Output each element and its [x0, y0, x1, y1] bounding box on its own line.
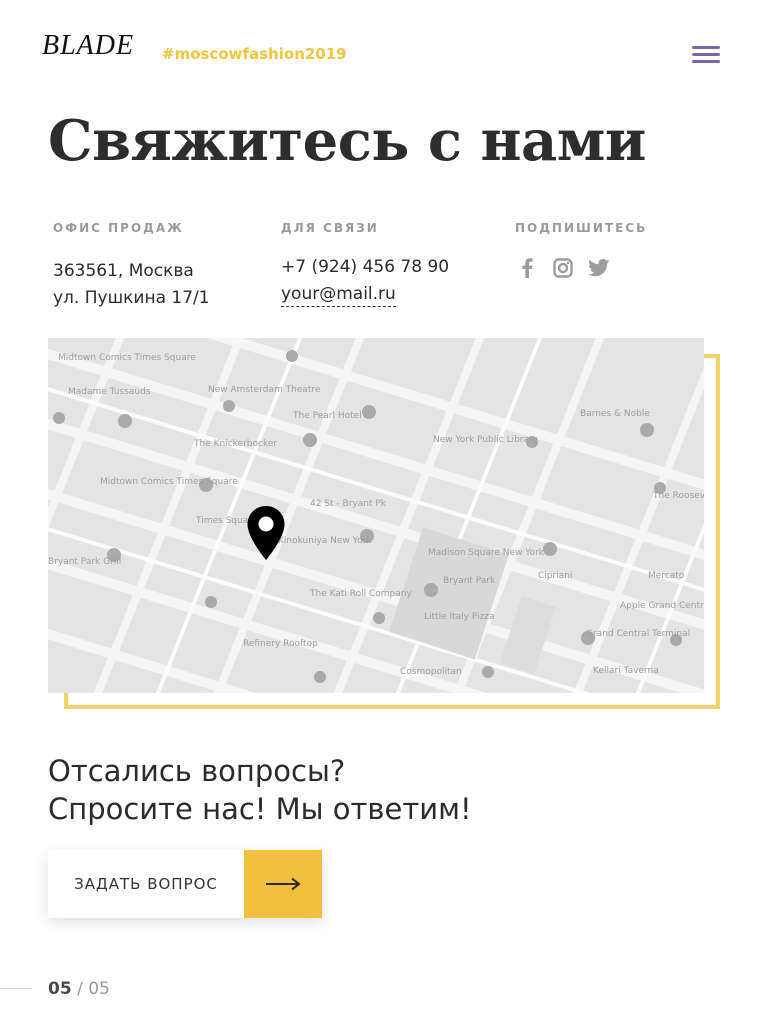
location-map[interactable]: Midtown Comics Times Square Madame Tussa…: [48, 338, 704, 693]
arrow-right-icon: [244, 850, 322, 918]
subscribe-label: ПОДПИШИТЕСЬ: [515, 221, 648, 235]
map-pin-icon[interactable]: [246, 505, 286, 561]
map-label: Midtown Comics Times Square: [100, 477, 238, 487]
map-label: The Pearl Hotel: [292, 411, 362, 421]
map-label: Madison Square New York: [428, 548, 545, 558]
map-label: Refinery Rooftop: [243, 639, 318, 649]
menu-icon-bar: [692, 46, 720, 49]
map-label: Kellari Taverna: [593, 666, 659, 676]
page-title: Свяжитесь с нами: [48, 108, 646, 174]
office-address: 363561, Москва ул. Пушкина 17/1: [53, 258, 210, 312]
ask-question-label: ЗАДАТЬ ВОПРОС: [74, 875, 218, 893]
map-label: Cosmopolitan: [400, 667, 462, 677]
map-label: Apple Grand Central: [620, 601, 704, 611]
page-total: 05: [88, 979, 110, 999]
page-indicator: 05 / 05: [48, 979, 110, 999]
phone-link[interactable]: +7 (924) 456 78 90: [281, 254, 449, 281]
contact-label: ДЛЯ СВЯЗИ: [281, 221, 379, 235]
map-label: New Amsterdam Theatre: [208, 385, 321, 395]
map-label: The Knickerbocker: [193, 439, 277, 449]
brand-logo[interactable]: BLADE: [42, 30, 134, 62]
twitter-icon[interactable]: [588, 257, 610, 279]
map-label: Cipriani: [538, 571, 572, 581]
pager-line: [0, 988, 32, 989]
map-label: Grand Central Terminal: [586, 629, 690, 639]
page-separator: /: [77, 979, 83, 999]
map-label: 42 St - Bryant Pk: [310, 499, 387, 509]
ask-question-button[interactable]: ЗАДАТЬ ВОПРОС: [48, 850, 322, 918]
map-label: Kinokuniya New York: [278, 536, 372, 546]
map-label: Bryant Park: [443, 576, 496, 586]
map-label: The Roosevelt Hotel: [652, 491, 704, 501]
office-label: ОФИС ПРОДАЖ: [53, 221, 184, 235]
map-label: Bryant Park Grill: [48, 557, 121, 567]
instagram-icon[interactable]: [552, 257, 574, 279]
menu-icon-bar: [692, 60, 720, 63]
cta-question: Отсались вопросы? Спросите нас! Мы ответ…: [48, 752, 472, 828]
map-label: Little Italy Pizza: [424, 612, 495, 622]
page-current: 05: [48, 979, 72, 999]
hashtag-link[interactable]: #moscowfashion2019: [162, 45, 347, 63]
map-label: New York Public Library: [433, 435, 539, 445]
cta-question-line1: Отсались вопросы?: [48, 754, 346, 788]
email-link[interactable]: your@mail.ru: [281, 284, 396, 307]
map-label: Mercato: [648, 571, 685, 581]
map-label: The Kati Roll Company: [309, 589, 412, 599]
map-label: Madame Tussauds: [68, 387, 151, 397]
office-address-line2: ул. Пушкина 17/1: [53, 288, 210, 308]
map-label: Barnes & Noble: [580, 409, 650, 419]
cta-question-line2: Спросите нас! Мы ответим!: [48, 792, 472, 826]
menu-icon[interactable]: [690, 44, 722, 66]
office-address-line1: 363561, Москва: [53, 261, 194, 281]
map-label: Midtown Comics Times Square: [58, 353, 196, 363]
menu-icon-bar: [692, 53, 720, 56]
facebook-icon[interactable]: [516, 257, 538, 279]
